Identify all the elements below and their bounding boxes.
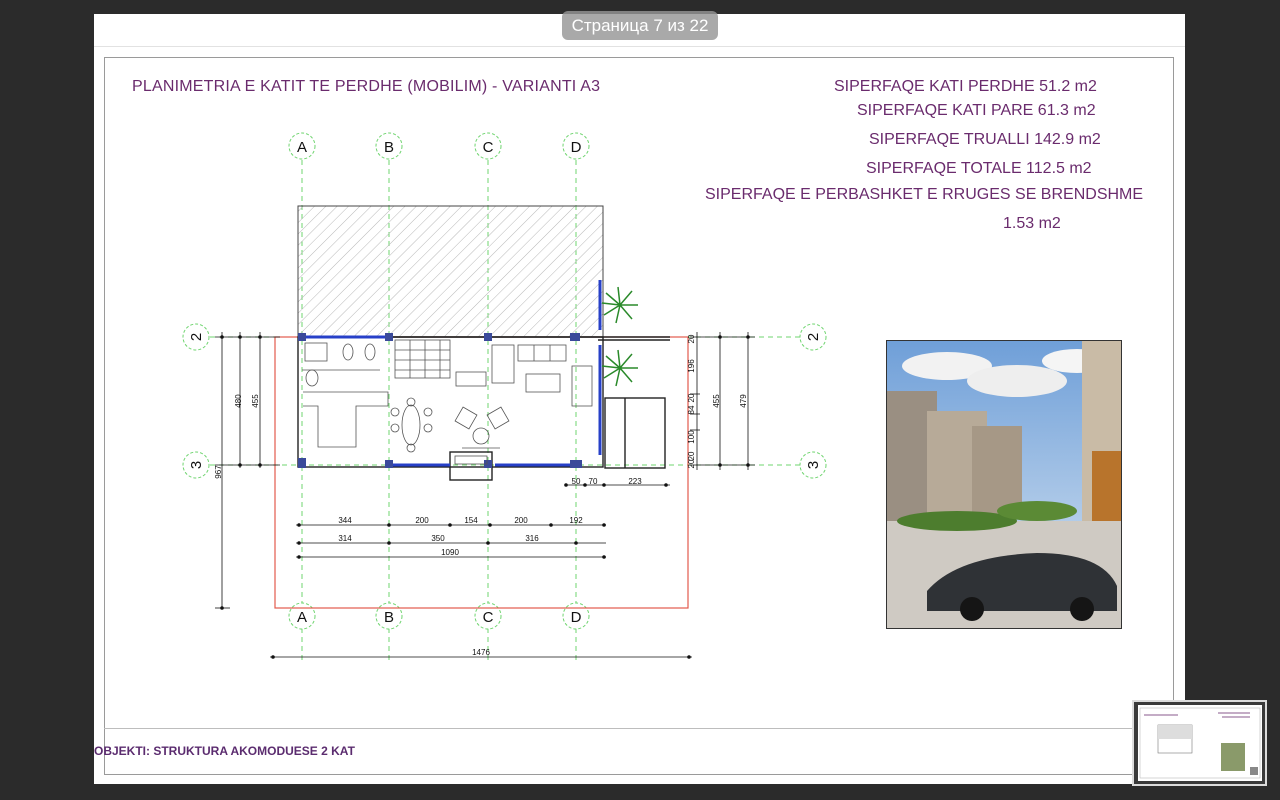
grid-label-top-d: D	[571, 139, 582, 156]
dim-row1-344: 344	[338, 516, 352, 525]
grid-label-bottom-d: D	[571, 609, 582, 626]
furniture	[302, 339, 593, 465]
dim-right-196: 196	[687, 359, 696, 373]
dim-row1-192: 192	[569, 516, 583, 525]
rendering-image	[886, 340, 1122, 629]
plot-boundary	[274, 336, 689, 609]
grid-label-bottom-a: A	[297, 609, 307, 626]
page-thumbnail[interactable]	[1132, 700, 1267, 786]
dim-left-967: 967	[214, 465, 223, 479]
dim-right-479: 479	[739, 394, 748, 408]
grid-label-left-3: 3	[188, 461, 205, 469]
building-walls	[297, 336, 670, 481]
dim-row3-1090: 1090	[441, 548, 459, 557]
grid-label-bottom-b: B	[384, 609, 394, 626]
dim-left-455: 455	[251, 394, 260, 408]
grid-label-right-3: 3	[805, 461, 822, 469]
dim-right-small-1: 20	[687, 334, 696, 343]
dim-left-480: 480	[234, 394, 243, 408]
page-indicator: Страница 7 из 22	[562, 11, 718, 40]
dim-right-small-3: 20	[687, 451, 696, 460]
grid-label-top-c: C	[483, 139, 494, 156]
dim-overall-1476: 1476	[472, 648, 490, 657]
dim-row1-154: 154	[464, 516, 478, 525]
dim-right-455: 455	[712, 394, 721, 408]
dim-below-50: 50	[572, 477, 581, 486]
dim-right-100: 100	[687, 430, 696, 444]
dim-below-70: 70	[589, 477, 598, 486]
dim-right-small-2: 20	[687, 393, 696, 402]
dim-row1-200a: 200	[415, 516, 429, 525]
hatched-area	[297, 205, 604, 338]
grid-label-top-b: B	[384, 139, 394, 156]
dim-right-84: 84	[687, 405, 696, 414]
dim-row1-200b: 200	[514, 516, 528, 525]
dim-row2-314: 314	[338, 534, 352, 543]
dim-right-small-4: 20	[687, 459, 696, 468]
dim-below-223: 223	[628, 477, 642, 486]
grid-label-left-2: 2	[188, 333, 205, 341]
thumbnail-preview	[1138, 705, 1262, 781]
dim-row2-350: 350	[431, 534, 445, 543]
grid-label-bottom-c: C	[483, 609, 494, 626]
dim-row2-316: 316	[525, 534, 539, 543]
grid-label-top-a: A	[297, 139, 307, 156]
grid-label-right-2: 2	[805, 333, 822, 341]
